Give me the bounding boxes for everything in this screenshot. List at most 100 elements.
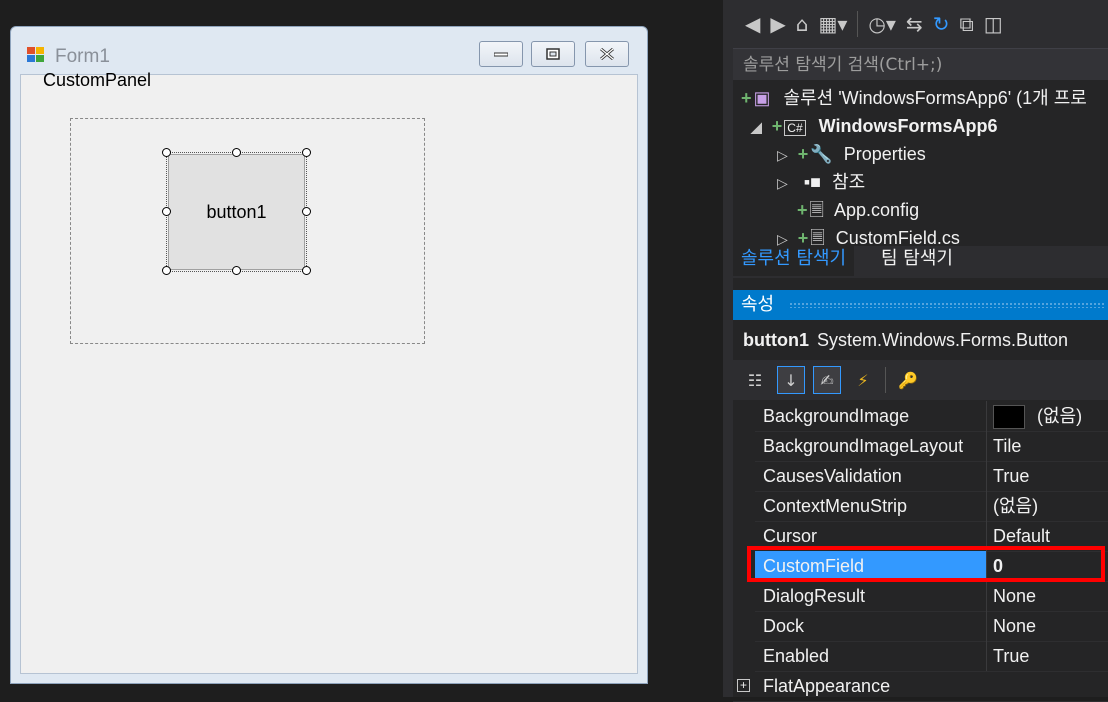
property-value[interactable]: Tile: [993, 431, 1021, 461]
tree-item-solution[interactable]: + ▣ 솔루션 'WindowsFormsApp6' (1개 프로: [741, 84, 1087, 112]
properties-icon[interactable]: ✍: [813, 366, 841, 394]
column-divider: [986, 641, 987, 671]
resize-grip-n[interactable]: [232, 148, 241, 157]
property-row[interactable]: ContextMenuStrip (없음): [755, 491, 1108, 522]
config-file-icon: 🗏: [809, 200, 824, 220]
resize-grip-w[interactable]: [162, 207, 171, 216]
home-icon[interactable]: ⌂: [796, 12, 809, 36]
form-title: Form1: [55, 46, 110, 67]
resize-grip-nw[interactable]: [162, 148, 171, 157]
resize-grip-ne[interactable]: [302, 148, 311, 157]
references-icon: ▪■: [803, 172, 822, 192]
property-row[interactable]: BackgroundImage (없음): [755, 401, 1108, 432]
tree-item-label: CustomField.cs: [835, 228, 960, 246]
resize-grip-s[interactable]: [232, 266, 241, 275]
sync-icon[interactable]: ▦▾: [818, 12, 847, 36]
tree-item-label: Properties: [843, 144, 926, 164]
tree-item-references[interactable]: ▷ ▪■ 참조: [777, 168, 865, 196]
color-swatch: [993, 405, 1025, 430]
column-divider: [986, 431, 987, 461]
minimize-icon: [494, 52, 508, 57]
forward-icon[interactable]: ▶: [770, 12, 785, 36]
collapsed-arrow-icon[interactable]: ▷: [777, 175, 788, 191]
maximize-icon: [546, 48, 560, 60]
expanded-arrow-icon[interactable]: ◢: [751, 119, 762, 135]
property-row[interactable]: BackgroundImageLayout Tile: [755, 431, 1108, 462]
collapsed-arrow-icon[interactable]: ▷: [777, 147, 788, 163]
property-value[interactable]: True: [993, 641, 1029, 671]
solution-explorer-search[interactable]: 솔루션 탐색기 검색(Ctrl+;): [733, 48, 1108, 80]
object-selector[interactable]: button1 System.Windows.Forms.Button: [733, 322, 1108, 358]
add-icon: +: [797, 200, 808, 220]
resize-grip-e[interactable]: [302, 207, 311, 216]
property-name: BackgroundImage: [763, 406, 910, 426]
property-pages-icon[interactable]: 🔑: [894, 366, 922, 394]
resize-grip-se[interactable]: [302, 266, 311, 275]
property-name: ContextMenuStrip: [763, 496, 908, 516]
property-value[interactable]: (없음): [993, 491, 1038, 521]
property-row-flatappearance[interactable]: + FlatAppearance: [733, 671, 1108, 702]
switch-icon[interactable]: ⇆: [906, 12, 923, 36]
tree-item-appconfig[interactable]: + 🗏 App.config: [797, 196, 919, 224]
property-row[interactable]: CausesValidation True: [755, 461, 1108, 492]
tab-team-explorer[interactable]: 팀 탐색기: [873, 246, 961, 274]
add-icon: +: [797, 228, 809, 246]
tree-item-label: 솔루션 'WindowsFormsApp6' (1개 프로: [783, 88, 1087, 108]
property-row[interactable]: Enabled True: [755, 641, 1108, 672]
expand-icon[interactable]: +: [737, 679, 750, 692]
column-divider: [986, 401, 987, 431]
customfield-highlight-box: [747, 546, 1105, 582]
property-name: BackgroundImageLayout: [763, 436, 964, 456]
add-icon: +: [771, 116, 783, 136]
solution-icon: ▣: [753, 88, 771, 108]
back-icon[interactable]: ◀: [745, 12, 760, 36]
designer-surface: Form1 CustomPanel button1: [0, 0, 723, 697]
toolbar-separator: [857, 11, 859, 37]
column-divider: [986, 611, 987, 641]
column-divider: [986, 461, 987, 491]
property-value[interactable]: None: [993, 581, 1036, 611]
refresh-icon[interactable]: ↻: [933, 12, 950, 36]
history-icon[interactable]: ◷▾: [868, 12, 896, 36]
tree-item-properties[interactable]: ▷ + 🔧 Properties: [777, 140, 926, 168]
resize-grip-sw[interactable]: [162, 266, 171, 275]
explorer-tabs: 솔루션 탐색기 팀 탐색기: [733, 246, 1108, 278]
wrench-icon: 🔧: [810, 144, 833, 164]
tree-item-project[interactable]: ◢ + C# WindowsFormsApp6: [751, 112, 998, 140]
properties-title-bar[interactable]: 속성: [733, 290, 1108, 320]
property-value[interactable]: None: [993, 611, 1036, 641]
column-divider: [986, 491, 987, 521]
tab-solution-explorer[interactable]: 솔루션 탐색기: [733, 246, 855, 276]
property-value[interactable]: (없음): [993, 401, 1082, 431]
tree-item-customfield[interactable]: ▷ + 🗏 CustomField.cs: [777, 224, 960, 246]
tree-item-label: 참조: [832, 172, 866, 192]
property-name: CausesValidation: [763, 466, 902, 486]
properties-title: 속성: [741, 294, 775, 315]
add-icon: +: [741, 88, 752, 108]
minimize-button[interactable]: [479, 41, 523, 67]
solution-tree: + ▣ 솔루션 'WindowsFormsApp6' (1개 프로 ◢ + C# Wi…: [733, 82, 1108, 246]
solution-explorer-toolbar: ◀ ▶ ⌂ ▦▾ ◷▾ ⇆ ↻ ⧉ ◫: [733, 0, 1108, 48]
property-row[interactable]: DialogResult None: [755, 581, 1108, 612]
title-grip: [789, 302, 1104, 308]
alphabetical-icon[interactable]: ↓: [777, 366, 805, 394]
close-button[interactable]: [585, 41, 629, 67]
events-icon[interactable]: ⚡: [849, 366, 877, 394]
property-row[interactable]: Dock None: [755, 611, 1108, 642]
property-value-text: (없음): [1037, 406, 1083, 426]
property-name: Dock: [763, 616, 805, 636]
property-value[interactable]: True: [993, 461, 1029, 491]
toolbar-separator: [885, 367, 886, 393]
property-name: DialogResult: [763, 586, 866, 606]
collapsed-arrow-icon[interactable]: ▷: [777, 231, 788, 246]
properties-toolbar: ☷ ↓ ✍ ⚡ 🔑: [733, 360, 1108, 400]
form-icon: [27, 47, 45, 63]
close-icon: [600, 48, 614, 60]
copy-icon[interactable]: ◫: [984, 12, 1003, 36]
csharp-project-icon: C#: [784, 120, 806, 136]
tree-item-label: App.config: [834, 200, 920, 220]
categorized-icon[interactable]: ☷: [741, 366, 769, 394]
selection-outline: [166, 152, 307, 272]
collapse-icon[interactable]: ⧉: [959, 12, 973, 36]
maximize-button[interactable]: [531, 41, 575, 67]
